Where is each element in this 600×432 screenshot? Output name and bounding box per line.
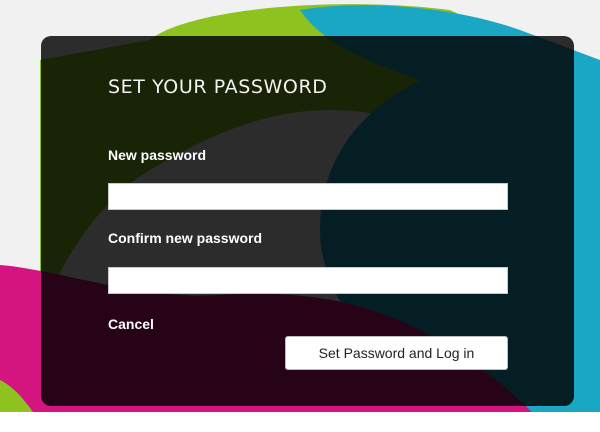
set-password-and-login-button[interactable]: Set Password and Log in [285, 336, 508, 370]
set-password-dialog: SET YOUR PASSWORD New password Confirm n… [41, 36, 574, 406]
dialog-title: SET YOUR PASSWORD [108, 76, 328, 98]
confirm-password-label: Confirm new password [108, 230, 263, 246]
cancel-link[interactable]: Cancel [108, 316, 154, 332]
new-password-field[interactable] [108, 183, 508, 210]
confirm-password-field[interactable] [108, 267, 508, 294]
page: SET YOUR PASSWORD New password Confirm n… [0, 0, 600, 432]
new-password-label: New password [108, 147, 207, 163]
bottom-strip [0, 412, 600, 432]
